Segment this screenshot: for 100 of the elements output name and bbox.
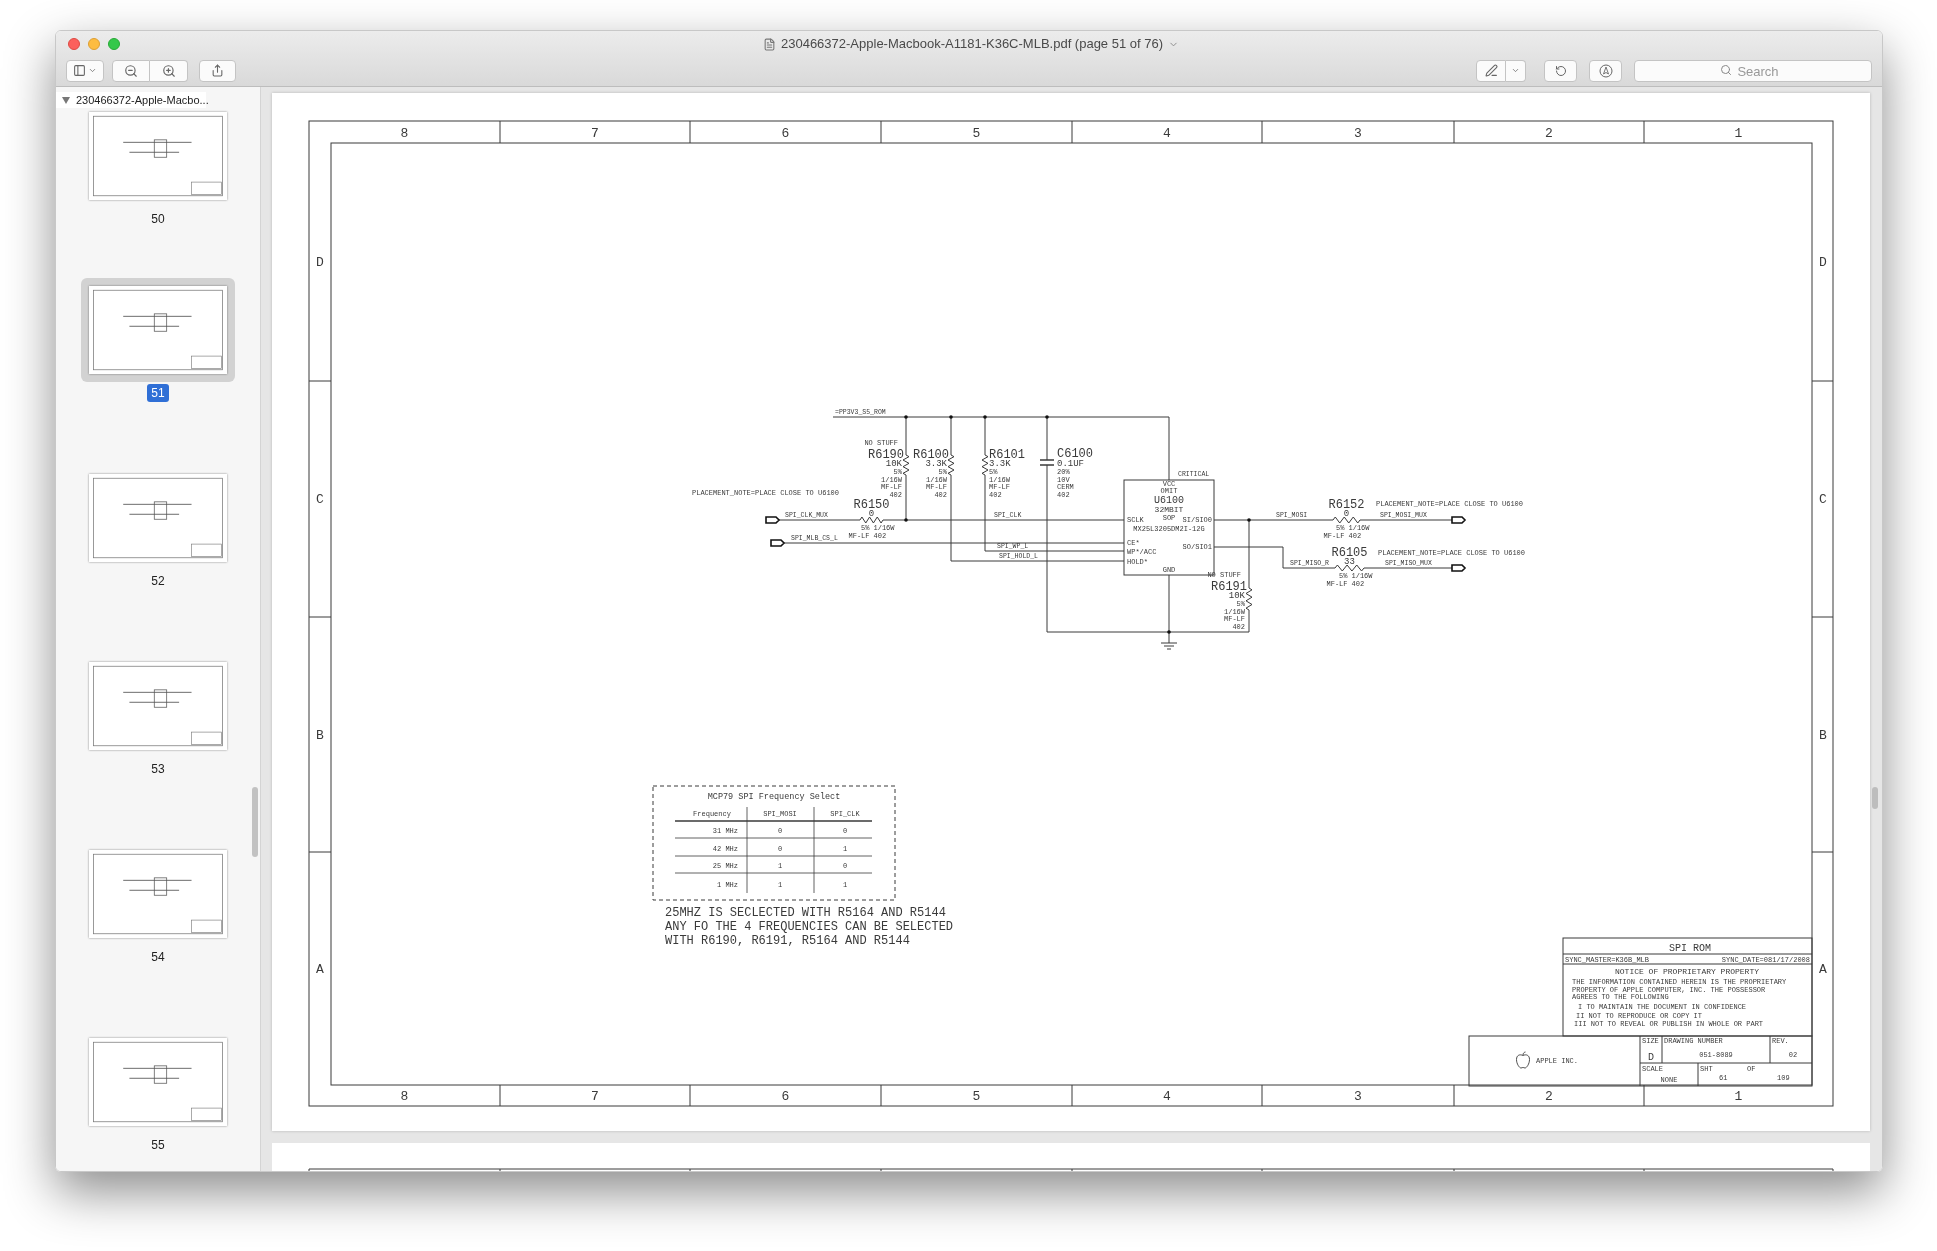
zone-letter: C — [316, 492, 324, 507]
document-row[interactable]: 230466372-Apple-Macbo... — [56, 92, 206, 108]
zone-number: 2 — [1545, 126, 1553, 141]
note-text: 25MHZ IS SECLECTED WITH R5164 AND R5144 — [665, 906, 946, 920]
rotate-button[interactable] — [1544, 59, 1577, 82]
zone-number: 7 — [591, 1089, 599, 1104]
disclosure-triangle-icon — [62, 96, 70, 104]
zone-letter: D — [316, 255, 324, 270]
chevron-down-icon — [88, 66, 97, 75]
capacitor-symbol — [1039, 459, 1055, 466]
resistor-symbol — [1332, 516, 1361, 524]
zone-number: 4 — [1163, 126, 1171, 141]
junction-dot — [983, 415, 987, 419]
zoom-button[interactable] — [108, 38, 120, 50]
markup-button[interactable] — [1476, 59, 1506, 82]
notice-title: NOTICE OF PROPRIETARY PROPERTY — [1615, 967, 1759, 976]
zone-number: 3 — [1354, 1089, 1362, 1104]
window-title: 230466372-Apple-Macbook-A1181-K36C-MLB.pdf (page 51 of 76) — [780, 35, 1164, 54]
minimize-button[interactable] — [88, 38, 100, 50]
page-number: 55 — [150, 1137, 166, 1154]
page-number: 54 — [150, 949, 166, 966]
connector-symbol — [1451, 564, 1467, 572]
page-number: 52 — [150, 573, 166, 590]
zone-number: 7 — [591, 126, 599, 141]
scroll-bar[interactable] — [252, 787, 258, 857]
page-number: 51 — [147, 384, 169, 402]
search-field[interactable]: Search — [1634, 60, 1872, 82]
component-value: 0 — [868, 509, 875, 519]
zone-number: 3 — [1354, 126, 1362, 141]
junction-dot — [1167, 630, 1171, 634]
document-icon — [762, 37, 776, 51]
search-icon — [1720, 63, 1732, 76]
sidebar-icon — [73, 64, 86, 77]
zone-number: 1 — [1734, 1089, 1743, 1104]
ground-symbol — [1160, 642, 1178, 650]
resistor-symbol — [981, 454, 989, 476]
junction-dot — [1045, 415, 1049, 419]
connector-symbol — [765, 516, 781, 524]
page-number: 50 — [150, 211, 166, 228]
component-value: 10K — [1228, 591, 1245, 601]
drawing-size: D — [1648, 1052, 1654, 1063]
zone-number: 8 — [400, 126, 409, 141]
chevron-down-icon — [1511, 66, 1520, 75]
apple-icon — [1516, 1052, 1530, 1068]
sheet-title: SPI ROM — [1669, 943, 1711, 954]
resistor-symbol — [1245, 587, 1253, 611]
share-icon — [211, 64, 224, 77]
junction-dot — [904, 415, 908, 419]
resistor-symbol — [859, 516, 884, 524]
zone-number: 6 — [781, 126, 790, 141]
component-reference: C6100 — [1057, 447, 1093, 461]
resistor-symbol — [902, 454, 910, 476]
zone-letter: A — [1819, 961, 1827, 977]
zoom-out-button[interactable] — [112, 59, 150, 82]
component-value: 0.1UF — [1057, 459, 1084, 469]
zone-letter: B — [1819, 727, 1827, 743]
resistor-symbol — [1334, 564, 1365, 572]
connector-symbol — [770, 539, 786, 547]
zone-number: 4 — [1163, 1089, 1171, 1104]
annotate-button[interactable] — [1589, 59, 1622, 82]
chip-size: 32MBIT — [1154, 505, 1184, 514]
page-thumbnail[interactable] — [89, 1038, 227, 1126]
zone-number: 5 — [972, 1089, 981, 1104]
markup-menu-button[interactable] — [1506, 59, 1526, 82]
junction-dot — [949, 415, 953, 419]
pen-tip-circle-icon — [1598, 63, 1613, 78]
connector-symbol — [1451, 516, 1467, 524]
close-button[interactable] — [68, 38, 80, 50]
component-value: 10K — [885, 459, 902, 469]
component-value: 0 — [1343, 509, 1350, 519]
zone-letter: B — [316, 727, 324, 743]
zone-letter: D — [1819, 255, 1827, 270]
junction-dot — [1247, 518, 1251, 522]
page-number: 53 — [150, 761, 166, 778]
page-thumbnail[interactable] — [89, 474, 227, 562]
zone-letter: A — [316, 961, 324, 977]
zone-number: 2 — [1545, 1089, 1553, 1104]
pen-icon — [1484, 64, 1498, 77]
zoom-out-icon — [124, 63, 138, 78]
chip-reference: U6100 — [1154, 495, 1184, 506]
component-value: 33 — [1344, 557, 1355, 567]
rotate-icon — [1554, 64, 1567, 77]
zoom-in-button[interactable] — [150, 59, 188, 82]
zone-number: 1 — [1734, 126, 1743, 141]
zone-letter: C — [1819, 492, 1827, 507]
sidebar-toggle-button[interactable] — [66, 59, 104, 82]
zoom-in-icon — [161, 63, 176, 78]
page-thumbnail[interactable] — [89, 286, 227, 374]
note-text: ANY FO THE 4 FREQUENCIES CAN BE SELECTED — [665, 920, 954, 934]
scroll-bar[interactable] — [1872, 787, 1878, 809]
note-text: WITH R6190, R6191, R5164 AND R5144 — [665, 934, 910, 948]
zone-number: 8 — [400, 1089, 409, 1104]
component-value: 3.3K — [989, 459, 1011, 469]
resistor-symbol — [947, 454, 955, 476]
page-thumbnail[interactable] — [89, 112, 227, 200]
table-title: MCP79 SPI Frequency Select — [707, 792, 841, 802]
share-button[interactable] — [199, 59, 236, 82]
page-thumbnail[interactable] — [89, 662, 227, 750]
page-thumbnail[interactable] — [89, 850, 227, 938]
document-name: 230466372-Apple-Macbo... — [76, 92, 209, 108]
